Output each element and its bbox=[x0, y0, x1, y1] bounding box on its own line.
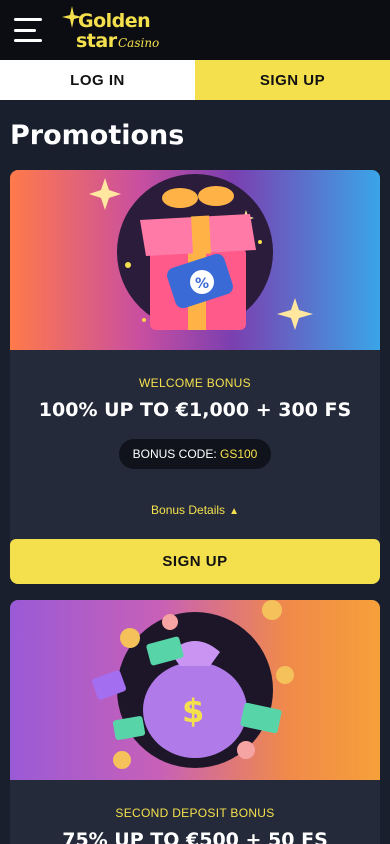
bonus-code-pill[interactable]: BONUS CODE: GS100 bbox=[119, 439, 271, 469]
bonus-code-label: BONUS CODE: bbox=[132, 447, 220, 461]
logo-text-casino: Casino bbox=[118, 36, 160, 50]
promo-banner-gift: % bbox=[10, 170, 380, 350]
money-bag-icon: $ bbox=[91, 600, 294, 769]
promo-card-welcome: % WELCOME BONUS 100% UP TO €1,000 + 300 … bbox=[10, 170, 380, 584]
logo-text-star: star bbox=[76, 30, 117, 52]
chevron-up-icon: ▲ bbox=[229, 506, 239, 517]
svg-text:$: $ bbox=[182, 692, 204, 730]
promo-banner-money-bag: $ bbox=[10, 600, 380, 780]
page-title: Promotions bbox=[10, 120, 185, 151]
logo[interactable]: Golden star Casino bbox=[62, 4, 178, 56]
svg-text:%: % bbox=[195, 276, 209, 292]
auth-row: LOG IN SIGN UP bbox=[0, 60, 390, 100]
bonus-details-label: Bonus Details bbox=[151, 503, 226, 517]
login-button[interactable]: LOG IN bbox=[0, 60, 195, 100]
bonus-type-label: SECOND DEPOSIT BONUS bbox=[115, 806, 275, 820]
bonus-title: 75% UP TO €500 + 50 FS bbox=[62, 829, 328, 844]
bonus-code-value: GS100 bbox=[220, 447, 258, 461]
gift-box-icon: % bbox=[89, 174, 313, 330]
bonus-title: 100% UP TO €1,000 + 300 FS bbox=[38, 399, 352, 421]
bonus-details-link[interactable]: Bonus Details ▲ bbox=[10, 503, 380, 517]
card-signup-button[interactable]: SIGN UP bbox=[10, 539, 380, 584]
top-header: Golden star Casino bbox=[0, 0, 390, 60]
promo-card-second-deposit: $ SECOND DEPOSIT BONUS 75% UP TO €500 + … bbox=[10, 600, 380, 844]
menu-icon[interactable] bbox=[14, 18, 44, 42]
logo-text-golden: Golden bbox=[78, 10, 151, 32]
signup-button[interactable]: SIGN UP bbox=[195, 60, 390, 100]
bonus-type-label: WELCOME BONUS bbox=[139, 376, 251, 390]
